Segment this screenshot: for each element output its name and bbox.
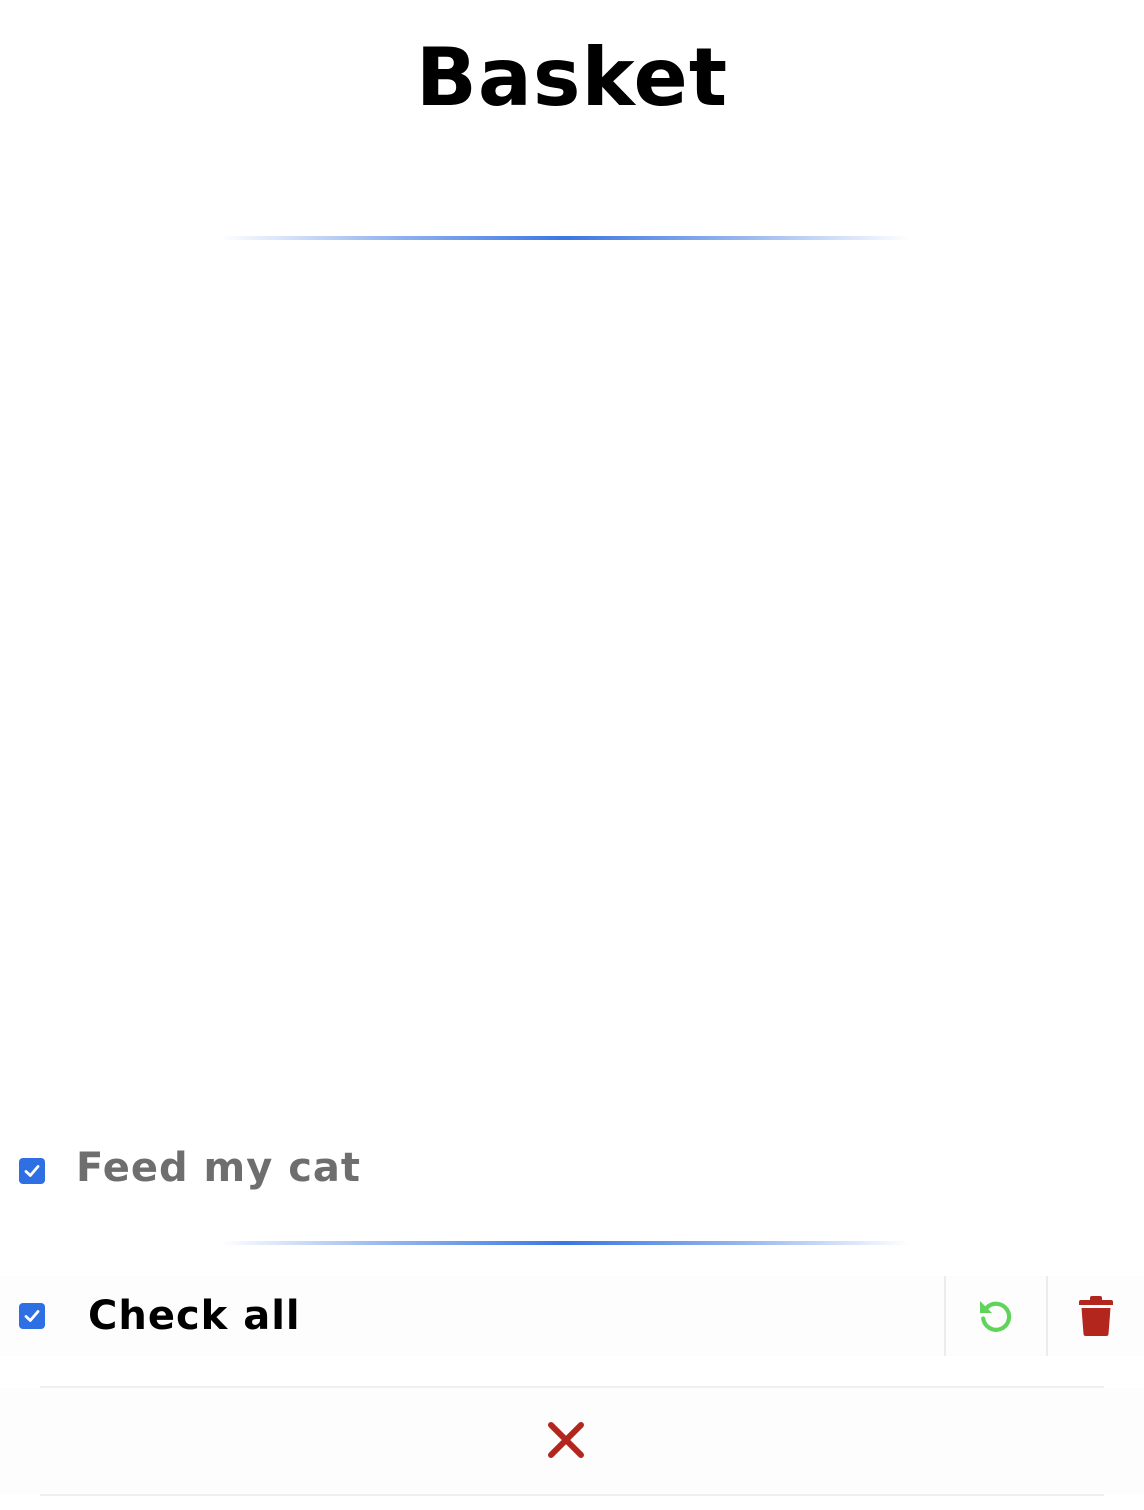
task-label: Feed my cat [76,1145,362,1191]
check-all-label: Check all [88,1293,301,1339]
trash-icon [1079,1296,1113,1336]
title-divider [220,236,910,240]
task-checkbox[interactable] [19,1158,45,1184]
list-divider [220,1241,910,1245]
restore-icon [980,1301,1012,1332]
basket-page: Basket Feed my cat Check all [0,0,1144,1510]
basket-actions-bar: Check all [0,1276,1144,1356]
close-bar [0,1388,1144,1494]
close-icon [548,1422,584,1458]
checkmark-icon [24,1310,40,1322]
page-title: Basket [415,31,729,124]
delete-button[interactable] [1048,1276,1144,1356]
list-item[interactable]: Feed my cat [0,1140,1144,1200]
close-button[interactable] [532,1406,600,1474]
restore-button[interactable] [946,1276,1046,1356]
checkmark-icon [24,1165,40,1177]
check-all-checkbox[interactable] [19,1303,45,1329]
bottom-divider [40,1494,1104,1496]
